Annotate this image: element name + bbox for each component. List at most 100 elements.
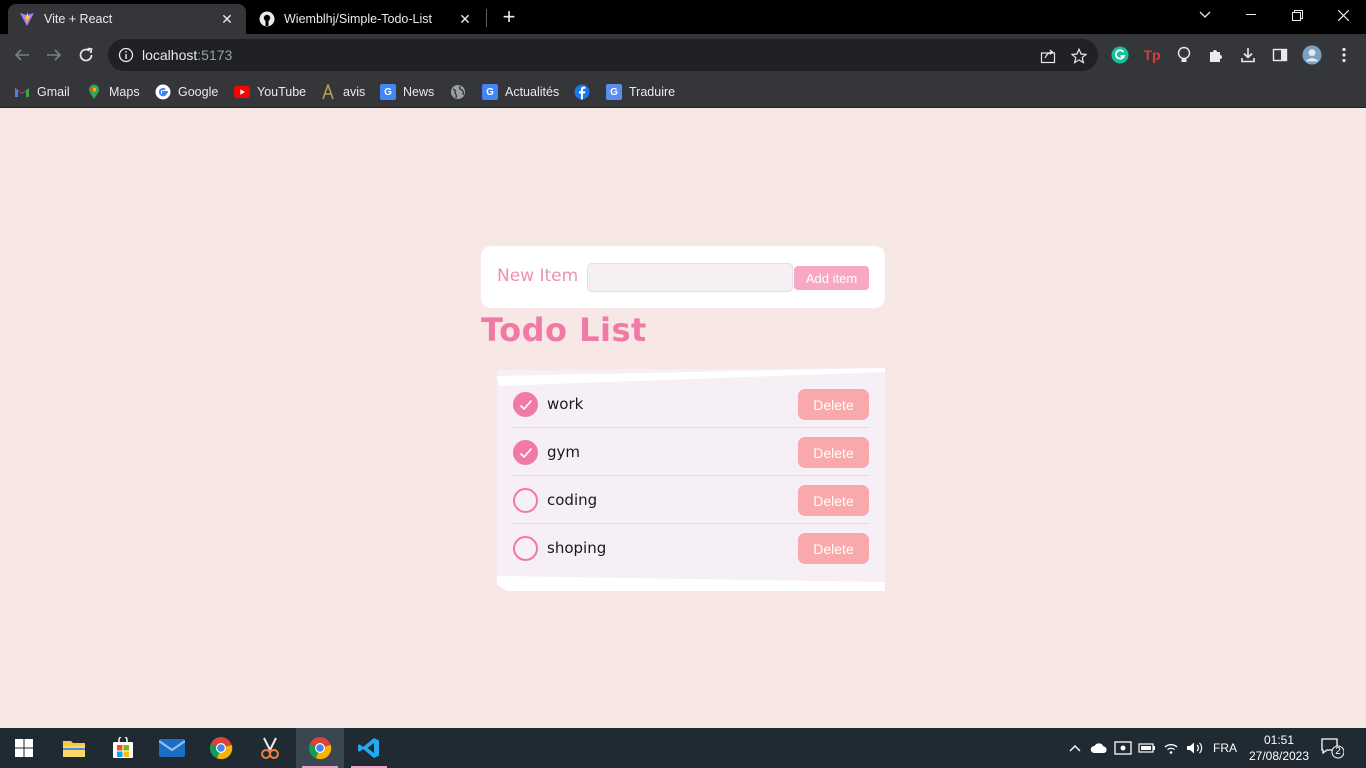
tab-title: Wiemblhj/Simple-Todo-List xyxy=(284,12,432,26)
todo-checkbox[interactable] xyxy=(513,488,538,513)
news-icon: G xyxy=(380,84,396,100)
bookmark-star-icon[interactable] xyxy=(1069,46,1089,66)
actualites-icon: G xyxy=(482,84,498,100)
google-icon xyxy=(155,84,171,100)
download-icon[interactable] xyxy=(1238,45,1258,65)
extensions-puzzle-icon[interactable] xyxy=(1206,45,1226,65)
show-hidden-icons[interactable] xyxy=(1065,738,1085,758)
bookmark-facebook[interactable] xyxy=(574,82,597,102)
volume-icon[interactable] xyxy=(1185,738,1205,758)
vscode-icon[interactable] xyxy=(345,728,393,768)
page-viewport: New Item Add item Todo List work Delete … xyxy=(0,108,1366,728)
youtube-icon xyxy=(234,84,250,100)
snipping-tool-icon[interactable] xyxy=(246,728,294,768)
tp-extension-icon[interactable]: Tp xyxy=(1142,45,1162,65)
bookmark-youtube[interactable]: YouTube xyxy=(234,82,306,102)
todo-list-card: work Delete gym Delete coding Delete sho… xyxy=(497,368,885,591)
todo-checkbox[interactable] xyxy=(513,392,538,417)
start-icon[interactable] xyxy=(0,728,48,768)
reload-icon[interactable] xyxy=(73,42,99,68)
browser-toolbar: localhost:5173 Tp xyxy=(0,34,1366,76)
microsoft-store-icon[interactable] xyxy=(99,728,147,768)
todo-text: work xyxy=(547,395,584,413)
address-bar[interactable]: localhost:5173 xyxy=(108,39,1098,71)
todo-item: coding Delete xyxy=(511,476,869,524)
notification-center-icon[interactable]: 2 xyxy=(1320,737,1345,759)
language-indicator[interactable]: FRA xyxy=(1213,741,1237,755)
avis-icon xyxy=(320,84,336,100)
todo-item: work Delete xyxy=(511,380,869,428)
tab-github[interactable]: Wiemblhj/Simple-Todo-List ✕ xyxy=(248,4,484,34)
grammarly-icon[interactable] xyxy=(1110,45,1130,65)
todo-items: work Delete gym Delete coding Delete sho… xyxy=(511,380,869,572)
bookmark-avis[interactable]: avis xyxy=(320,82,365,102)
clock-date: 27/08/2023 xyxy=(1248,749,1310,763)
windows-taskbar: FRA 01:51 27/08/2023 2 xyxy=(0,728,1366,768)
todo-item: shoping Delete xyxy=(511,524,869,572)
notification-count: 2 xyxy=(1335,746,1341,757)
todo-item: gym Delete xyxy=(511,428,869,476)
tab-strip: Vite + React ✕ Wiemblhj/Simple-Todo-List… xyxy=(0,0,1366,34)
close-tab-icon[interactable]: ✕ xyxy=(456,10,474,28)
meet-now-icon[interactable] xyxy=(1113,738,1133,758)
system-clock[interactable]: 01:51 27/08/2023 xyxy=(1244,732,1314,764)
gmail-icon xyxy=(14,84,30,100)
checkmark-icon xyxy=(519,399,532,410)
tab-search-icon[interactable] xyxy=(1182,0,1228,30)
delete-button[interactable]: Delete xyxy=(798,485,869,516)
url-text: localhost:5173 xyxy=(142,47,233,63)
new-item-input[interactable] xyxy=(587,263,793,292)
add-item-button[interactable]: Add item xyxy=(794,266,869,290)
bookmark-maps[interactable]: Maps xyxy=(86,82,140,102)
bookmark-globe[interactable] xyxy=(450,82,473,102)
lightbulb-icon[interactable] xyxy=(1174,45,1194,65)
restore-icon[interactable] xyxy=(1274,0,1320,30)
chrome-active-icon[interactable] xyxy=(296,728,344,768)
delete-button[interactable]: Delete xyxy=(798,533,869,564)
bookmarks-bar: Gmail Maps Google YouTube avis G News G xyxy=(0,76,1366,108)
chrome-icon[interactable] xyxy=(197,728,245,768)
forward-icon[interactable] xyxy=(41,42,67,68)
page-title: Todo List xyxy=(481,311,647,349)
vite-icon xyxy=(18,10,36,28)
tab-title: Vite + React xyxy=(44,12,113,26)
share-icon[interactable] xyxy=(1038,46,1058,66)
bookmark-traduire[interactable]: G Traduire xyxy=(606,82,675,102)
onedrive-icon[interactable] xyxy=(1089,738,1109,758)
delete-button[interactable]: Delete xyxy=(798,389,869,420)
todo-checkbox[interactable] xyxy=(513,536,538,561)
site-info-icon[interactable] xyxy=(118,47,134,63)
side-panel-icon[interactable] xyxy=(1270,45,1290,65)
new-tab-icon[interactable]: + xyxy=(496,5,522,29)
mail-icon[interactable] xyxy=(148,728,196,768)
checkmark-icon xyxy=(519,447,532,458)
translate-icon: G xyxy=(606,84,622,100)
maps-icon xyxy=(86,84,102,100)
profile-avatar-icon[interactable] xyxy=(1302,45,1322,65)
globe-icon xyxy=(450,84,466,100)
file-explorer-icon[interactable] xyxy=(50,728,98,768)
new-item-form: New Item Add item xyxy=(481,246,885,308)
bookmark-gmail[interactable]: Gmail xyxy=(14,82,70,102)
tab-separator xyxy=(486,9,487,27)
clock-time: 01:51 xyxy=(1263,733,1295,747)
todo-checkbox[interactable] xyxy=(513,440,538,465)
todo-text: shoping xyxy=(547,539,607,557)
new-item-label: New Item xyxy=(497,266,579,286)
todo-text: coding xyxy=(547,491,598,509)
github-icon xyxy=(258,10,276,28)
tab-vite-react[interactable]: Vite + React ✕ xyxy=(8,4,246,34)
bookmark-google[interactable]: Google xyxy=(155,82,218,102)
back-icon[interactable] xyxy=(9,42,35,68)
bookmark-news[interactable]: G News xyxy=(380,82,434,102)
battery-icon[interactable] xyxy=(1137,738,1157,758)
close-tab-icon[interactable]: ✕ xyxy=(218,10,236,28)
minimize-icon[interactable] xyxy=(1228,0,1274,30)
delete-button[interactable]: Delete xyxy=(798,437,869,468)
wifi-icon[interactable] xyxy=(1161,738,1181,758)
close-window-icon[interactable] xyxy=(1320,0,1366,30)
chrome-menu-icon[interactable] xyxy=(1334,45,1354,65)
bookmark-actualites[interactable]: G Actualités xyxy=(482,82,559,102)
facebook-icon xyxy=(574,84,590,100)
todo-text: gym xyxy=(547,443,581,461)
